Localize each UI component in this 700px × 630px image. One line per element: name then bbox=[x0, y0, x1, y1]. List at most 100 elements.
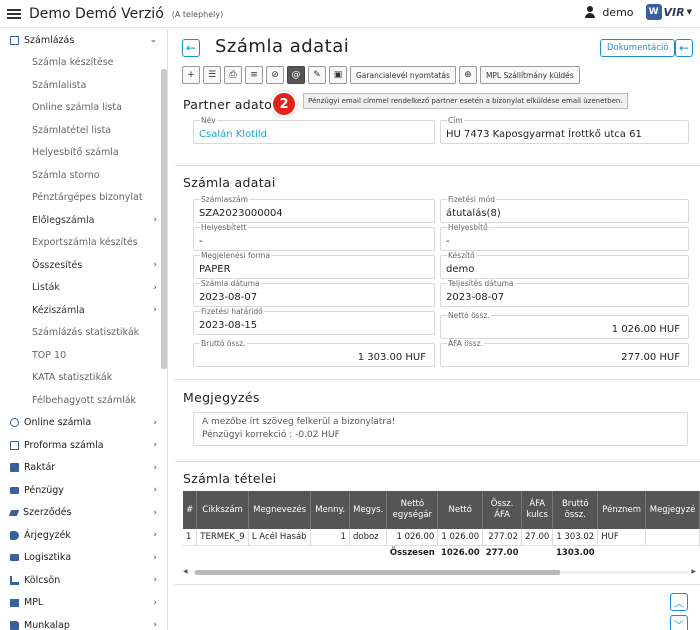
sidebar-item-számla-készítése[interactable]: Számla készítése bbox=[0, 52, 167, 75]
sidebar-item-félbehagyott-számlák[interactable]: Félbehagyott számlák bbox=[0, 389, 167, 412]
sidebar-item-előlegszámla[interactable]: Előlegszámla › bbox=[0, 209, 167, 232]
sidebar-item-label: Előlegszámla bbox=[32, 214, 95, 226]
fulfillment-date-field: Teljesítés dátuma 2023-08-07 bbox=[440, 279, 689, 307]
back-button[interactable]: ← bbox=[182, 39, 200, 57]
col-header[interactable]: Megjegyzé bbox=[645, 491, 700, 529]
sidebar-item-online-számla[interactable]: Online számla › bbox=[0, 412, 167, 435]
documentation-button[interactable]: Dokumentáció bbox=[600, 39, 676, 57]
partner-name-field: Név Csalán Klotild bbox=[193, 116, 435, 144]
guarantee-print-button[interactable]: Garancialevél nyomtatás bbox=[350, 66, 456, 84]
sidebar-item-szerződés[interactable]: Szerződés › bbox=[0, 502, 167, 525]
cell-note bbox=[645, 529, 700, 546]
sum-label: Összesen bbox=[389, 548, 435, 559]
sidebar-item-label: Számlázás statisztikák bbox=[32, 327, 140, 339]
scroll-thumb[interactable] bbox=[195, 570, 560, 575]
edit-button[interactable]: ✎ bbox=[308, 66, 326, 84]
chevron-right-icon: › bbox=[153, 440, 157, 451]
sidebar-item-számlázás[interactable]: Számlázás ⌄ bbox=[0, 29, 167, 52]
sidebar-item-helyesbítő-számla[interactable]: Helyesbítő számla bbox=[0, 142, 167, 165]
invoice-number-field: Számlaszám SZA2023000004 bbox=[193, 195, 435, 223]
col-header[interactable]: Nettó egységár bbox=[386, 491, 439, 529]
sidebar-item-kölcsön[interactable]: Kölcsön › bbox=[0, 569, 167, 592]
partner-name-link[interactable]: Csalán Klotild bbox=[199, 129, 267, 140]
sidebar-item-proforma-számla[interactable]: Proforma számla › bbox=[0, 434, 167, 457]
gross-total-value: 1 303.00 HUF bbox=[357, 352, 426, 363]
scroll-left-arrow-icon[interactable]: ◀ bbox=[183, 568, 188, 575]
sidebar-item-listák[interactable]: Listák › bbox=[0, 277, 167, 300]
scroll-right-arrow-icon[interactable]: ▶ bbox=[691, 568, 696, 575]
email-button[interactable]: @ bbox=[287, 66, 305, 84]
fulfillment-date-value: 2023-08-07 bbox=[446, 292, 505, 303]
mpl-shipment-button[interactable]: MPL Szállítmány küldés bbox=[479, 66, 580, 84]
col-header[interactable]: Menny. bbox=[310, 491, 350, 529]
add-button[interactable]: + bbox=[182, 66, 200, 84]
table-row[interactable]: 1 TERMEK_9 L Acél Hasáb 1 doboz 1 026.00… bbox=[183, 529, 700, 546]
sidebar-item-label: Logisztika bbox=[24, 552, 72, 564]
invoice-number-value: SZA2023000004 bbox=[199, 208, 283, 219]
pen-icon bbox=[8, 509, 20, 516]
col-header[interactable]: Megys. bbox=[349, 491, 388, 529]
numbered-list-button[interactable]: ≡ bbox=[245, 66, 263, 84]
sidebar: Számlázás ⌄ Számla készítése Számlalista Onl… bbox=[0, 29, 168, 630]
net-total-field: Nettó össz. 1 026.00 HUF bbox=[440, 311, 689, 339]
sidebar-item-munkalap[interactable]: Munkalap › bbox=[0, 614, 167, 630]
sidebar-item-számla-storno[interactable]: Számla storno bbox=[0, 164, 167, 187]
back-button-right[interactable]: ← bbox=[675, 39, 693, 57]
cell-vat: 277.02 bbox=[482, 529, 522, 546]
list-button[interactable]: ☰ bbox=[203, 66, 221, 84]
sidebar-item-kata-statisztikák[interactable]: KATA statisztikák bbox=[0, 367, 167, 390]
sidebar-item-mpl[interactable]: MPL › bbox=[0, 592, 167, 615]
table-horizontal-scrollbar[interactable]: ◀ ▶ bbox=[183, 568, 700, 576]
col-header[interactable]: Nettó bbox=[437, 491, 484, 529]
col-header[interactable]: # bbox=[183, 491, 198, 529]
sum-gross: 1303.00 bbox=[555, 548, 595, 559]
print-button[interactable]: ⎙ bbox=[224, 66, 242, 84]
sidebar-item-exportszámla-készítés[interactable]: Exportszámla készítés bbox=[0, 232, 167, 255]
sidebar-item-online-számla-lista[interactable]: Online számla lista bbox=[0, 97, 167, 120]
col-header[interactable]: Pénznem bbox=[597, 491, 647, 529]
sidebar-item-árjegyzék[interactable]: Árjegyzék › bbox=[0, 524, 167, 547]
partner-name-label: Név bbox=[200, 116, 217, 125]
user-name[interactable]: demo bbox=[602, 6, 633, 19]
sidebar-item-raktár[interactable]: Raktár › bbox=[0, 457, 167, 480]
chevron-right-icon: › bbox=[153, 530, 157, 541]
sidebar-item-összesítés[interactable]: Összesítés › bbox=[0, 254, 167, 277]
sidebar-item-pénzügy[interactable]: Pénzügy › bbox=[0, 479, 167, 502]
sidebar-scrollbar[interactable] bbox=[161, 69, 167, 369]
payment-deadline-label: Fizetési határidő bbox=[200, 307, 264, 316]
sidebar-item-kéziszámla[interactable]: Kéziszámla › bbox=[0, 299, 167, 322]
chevron-down-icon: ⌄ bbox=[149, 35, 157, 46]
sidebar-item-label: Szerződés bbox=[23, 507, 72, 519]
hamburger-menu-icon[interactable] bbox=[7, 8, 21, 19]
scroll-down-button[interactable]: ﹀ bbox=[670, 615, 688, 630]
sidebar-item-logisztika[interactable]: Logisztika › bbox=[0, 547, 167, 570]
sidebar-item-pénztárgépes-bizonylat[interactable]: Pénztárgépes bizonylat bbox=[0, 187, 167, 210]
sidebar-item-label: Raktár bbox=[24, 462, 56, 474]
col-header[interactable]: Össz. ÁFA bbox=[482, 491, 522, 529]
cancel-button[interactable]: ⊘ bbox=[266, 66, 284, 84]
col-header[interactable]: Cikkszám bbox=[196, 491, 249, 529]
col-header[interactable]: ÁFA kulcs bbox=[521, 491, 554, 529]
scroll-up-button[interactable]: ︿ bbox=[670, 593, 688, 611]
appearance-form-field: Megjelenési forma PAPER bbox=[193, 251, 435, 279]
sidebar-item-számlalista[interactable]: Számlalista bbox=[0, 74, 167, 97]
table-header-row: # Cikkszám Megnevezés Menny. Megys. Nett… bbox=[183, 491, 700, 529]
col-header[interactable]: Bruttó össz. bbox=[552, 491, 599, 529]
sidebar-item-top-10[interactable]: TOP 10 bbox=[0, 344, 167, 367]
cell-index: 1 bbox=[183, 529, 198, 546]
cell-name: L Acél Hasáb bbox=[248, 529, 312, 546]
sidebar-item-számlatétel-lista[interactable]: Számlatétel lista bbox=[0, 119, 167, 142]
table-sum-row: Összesen 1026.00 277.00 1303.00 bbox=[183, 545, 700, 561]
sidebar-item-számlázás-statisztikák[interactable]: Számlázás statisztikák bbox=[0, 322, 167, 345]
col-header[interactable]: Megnevezés bbox=[248, 491, 312, 529]
sum-spacer-3 bbox=[598, 545, 646, 561]
cell-vat-rate: 27.00 bbox=[521, 529, 554, 546]
chevron-right-icon: › bbox=[153, 260, 157, 271]
folder-icon bbox=[10, 620, 19, 630]
creator-field: Készítő demo bbox=[440, 251, 689, 279]
email-tooltip: Pénzügyi email címmel rendelkező partner… bbox=[303, 93, 628, 109]
vir-logo[interactable]: W VIR ▼ bbox=[645, 4, 692, 20]
globe-button[interactable]: ⊕ bbox=[458, 66, 477, 84]
sidebar-item-label: Proforma számla bbox=[24, 439, 104, 451]
money-button[interactable]: ▣ bbox=[329, 66, 347, 84]
